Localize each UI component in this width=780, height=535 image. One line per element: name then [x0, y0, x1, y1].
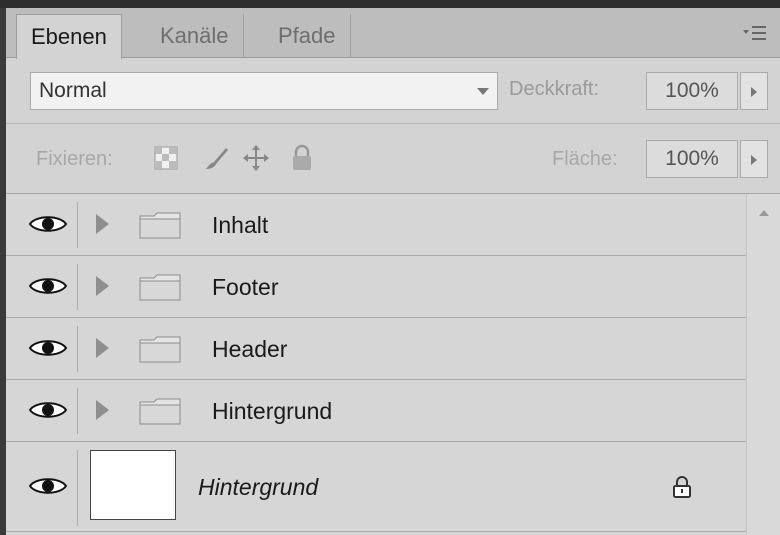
layer-thumbnail	[90, 450, 176, 520]
lock-position-icon[interactable]	[242, 144, 270, 172]
folder-icon	[138, 396, 182, 426]
eye-icon	[28, 340, 68, 356]
background-layer-row[interactable]: Hintergrund	[6, 442, 746, 532]
eye-icon	[28, 402, 68, 418]
blend-mode-value: Normal	[39, 79, 107, 102]
tab-kanaele[interactable]: Kanäle	[146, 14, 244, 58]
tab-ebenen[interactable]: Ebenen	[16, 14, 122, 59]
lock-all-icon[interactable]	[288, 144, 316, 172]
visibility-toggle[interactable]	[20, 326, 78, 372]
layer-name: Inhalt	[212, 212, 269, 238]
eye-icon	[28, 216, 68, 232]
scroll-up-arrow-icon[interactable]	[759, 210, 769, 216]
panel-tab-bar: Ebenen Kanäle Pfade	[6, 8, 780, 59]
expand-triangle-icon[interactable]	[96, 338, 109, 358]
layer-name: Hintergrund	[212, 398, 333, 424]
visibility-toggle[interactable]	[20, 202, 78, 248]
window-top-edge	[0, 0, 780, 8]
lock-fill-row: Fixieren: Fläche: 100%	[6, 124, 780, 194]
folder-icon	[138, 272, 182, 302]
opacity-field[interactable]: 100%	[646, 72, 738, 110]
layer-name: Header	[212, 336, 288, 362]
layer-row[interactable]: Inhalt	[6, 194, 746, 256]
lock-label: Fixieren:	[36, 148, 113, 170]
panel-menu-icon[interactable]	[742, 22, 768, 44]
expand-triangle-icon[interactable]	[96, 276, 109, 296]
lock-image-pixels-icon[interactable]	[202, 144, 230, 172]
visibility-toggle[interactable]	[20, 450, 78, 526]
folder-icon	[138, 334, 182, 364]
expand-triangle-icon[interactable]	[96, 400, 109, 420]
tab-pfade[interactable]: Pfade	[264, 14, 351, 58]
fill-label: Fläche:	[552, 148, 618, 170]
layer-name: Hintergrund	[198, 474, 319, 500]
blend-opacity-row: Normal Deckkraft: 100%	[6, 58, 780, 124]
lock-transparent-pixels-icon[interactable]	[152, 144, 180, 172]
chevron-down-icon	[477, 88, 489, 95]
visibility-toggle[interactable]	[20, 264, 78, 310]
blend-mode-select[interactable]: Normal	[30, 72, 498, 110]
fill-field[interactable]: 100%	[646, 140, 738, 178]
eye-icon	[28, 278, 68, 294]
layer-row[interactable]: Hintergrund	[6, 380, 746, 442]
eye-icon	[28, 478, 68, 494]
layer-row[interactable]: Header	[6, 318, 746, 380]
layers-scrollbar[interactable]	[746, 194, 780, 535]
opacity-slider-button[interactable]	[740, 72, 768, 110]
lock-icon	[672, 476, 692, 498]
expand-triangle-icon[interactable]	[96, 214, 109, 234]
fill-slider-button[interactable]	[740, 140, 768, 178]
layer-row[interactable]: Footer	[6, 256, 746, 318]
layers-list: Inhalt Footer Header Hintergrund Hinterg…	[6, 194, 746, 535]
folder-icon	[138, 210, 182, 240]
layer-name: Footer	[212, 274, 279, 300]
opacity-label: Deckkraft:	[509, 78, 600, 100]
visibility-toggle[interactable]	[20, 388, 78, 434]
